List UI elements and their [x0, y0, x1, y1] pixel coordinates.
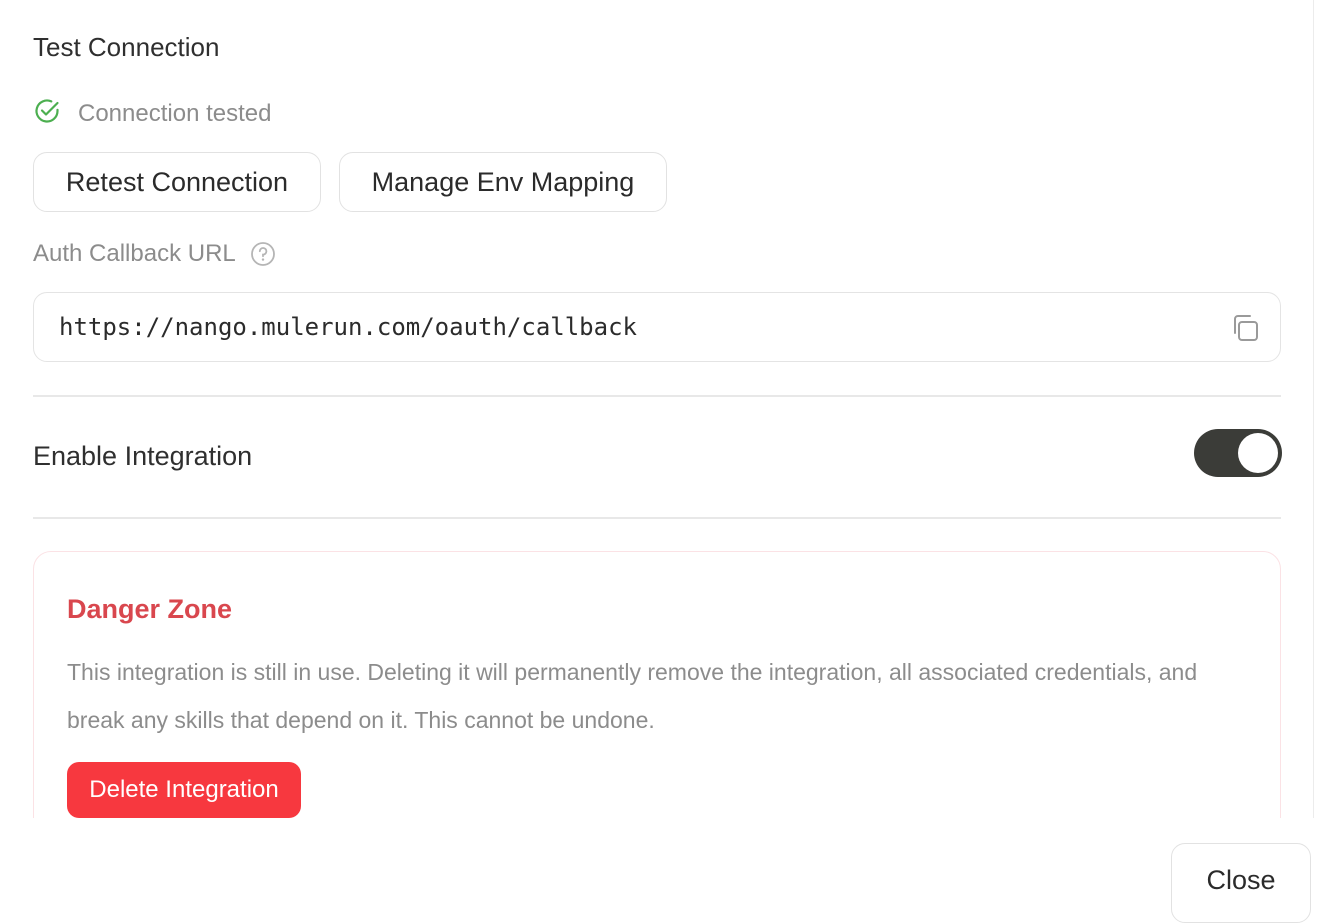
- connection-status-label: Connection tested: [78, 99, 272, 127]
- copy-icon[interactable]: [1230, 313, 1260, 343]
- dialog-content: Test Connection Connection tested Retest…: [0, 0, 1313, 818]
- enable-integration-toggle[interactable]: [1194, 429, 1282, 477]
- question-circle-icon[interactable]: [250, 241, 276, 267]
- retest-connection-button[interactable]: Retest Connection: [33, 152, 321, 212]
- divider: [33, 395, 1281, 397]
- delete-integration-button[interactable]: Delete Integration: [67, 762, 301, 818]
- divider: [33, 517, 1281, 519]
- auth-callback-url-value: https://nango.mulerun.com/oauth/callback: [59, 313, 637, 341]
- manage-env-mapping-button[interactable]: Manage Env Mapping: [339, 152, 667, 212]
- test-connection-title: Test Connection: [33, 32, 220, 62]
- auth-callback-label: Auth Callback URL: [33, 240, 236, 267]
- connection-status: Connection tested: [33, 97, 271, 130]
- danger-zone-panel: Danger Zone This integration is still in…: [33, 551, 1281, 818]
- danger-zone-title: Danger Zone: [67, 594, 233, 624]
- toggle-knob: [1238, 433, 1278, 473]
- auth-callback-url-field[interactable]: https://nango.mulerun.com/oauth/callback: [33, 292, 1281, 362]
- close-button[interactable]: Close: [1171, 843, 1311, 923]
- check-circle-icon: [33, 97, 61, 130]
- auth-callback-label-row: Auth Callback URL: [33, 240, 276, 268]
- enable-integration-label: Enable Integration: [33, 441, 253, 471]
- danger-zone-description: This integration is still in use. Deleti…: [67, 659, 1198, 733]
- scrollbar-edge: [1313, 0, 1314, 818]
